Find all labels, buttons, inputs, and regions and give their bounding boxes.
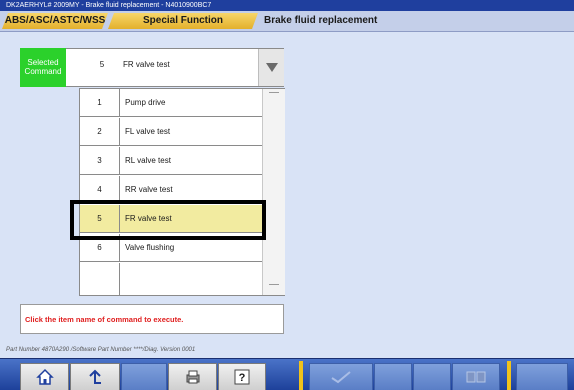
list-item-number: 4 <box>80 176 120 203</box>
list-item-label: FL valve test <box>125 127 171 136</box>
execute-button[interactable] <box>309 363 373 390</box>
back-icon <box>89 369 101 384</box>
app-window: DK2AERHYL# 2009MY - Brake fluid replacem… <box>0 0 574 390</box>
tab-brake-fluid-replacement: Brake fluid replacement <box>264 15 378 26</box>
blank-button <box>413 363 451 390</box>
dropdown-button[interactable] <box>258 49 284 86</box>
back-button[interactable] <box>70 363 120 390</box>
list-scrollbar[interactable] <box>262 89 285 295</box>
list-item-number <box>80 263 120 295</box>
instruction-message: Click the item name of command to execut… <box>25 315 184 324</box>
print-icon <box>186 370 199 384</box>
command-list: 1 Pump drive 2 FL valve test 3 RL valve … <box>79 88 285 296</box>
home-icon <box>35 368 54 385</box>
scroll-up-icon[interactable] <box>269 92 279 93</box>
blank-button <box>121 363 167 390</box>
selected-command-badge: Selected Command <box>20 48 66 87</box>
toolbar-separator <box>299 361 303 390</box>
list-item-number: 1 <box>80 89 120 116</box>
tab-abs-asc-astc-wss[interactable]: ABS/ASC/ASTC/WSS <box>2 13 108 29</box>
svg-text:?: ? <box>239 372 246 384</box>
help-button[interactable]: ? <box>218 363 266 390</box>
breadcrumb-tabs: ABS/ASC/ASTC/WSS Special Function Brake … <box>0 11 574 32</box>
bottom-toolbar: ? <box>0 358 574 390</box>
annotation-highlight-box <box>70 200 266 240</box>
compare-button[interactable] <box>452 363 500 390</box>
list-item-label: Pump drive <box>125 98 166 107</box>
list-item[interactable]: 1 Pump drive <box>80 89 262 117</box>
selected-command-label: FR valve test <box>123 60 170 69</box>
chevron-down-icon <box>265 63 278 72</box>
list-item[interactable]: 3 RL valve test <box>80 147 262 175</box>
compare-icon <box>466 371 486 383</box>
selected-command-number: 5 <box>99 60 105 69</box>
list-item[interactable]: 2 FL valve test <box>80 118 262 146</box>
window-title: DK2AERHYL# 2009MY - Brake fluid replacem… <box>0 0 574 11</box>
instruction-message-box: Click the item name of command to execut… <box>20 304 284 334</box>
list-item-label: RL valve test <box>125 156 171 165</box>
list-item-label: RR valve test <box>125 185 173 194</box>
list-item-empty <box>80 263 262 295</box>
scroll-down-icon[interactable] <box>269 284 279 285</box>
home-button[interactable] <box>20 363 69 390</box>
part-info: Part Number 4870A290 /Software Part Numb… <box>6 347 196 353</box>
toolbar-separator <box>507 361 511 390</box>
blank-button <box>374 363 412 390</box>
list-item-number: 2 <box>80 118 120 145</box>
help-icon: ? <box>234 369 250 385</box>
print-button[interactable] <box>168 363 217 390</box>
tab-special-function[interactable]: Special Function <box>108 13 258 29</box>
blank-button <box>516 363 568 390</box>
check-icon <box>331 371 351 384</box>
list-item-number: 3 <box>80 147 120 174</box>
